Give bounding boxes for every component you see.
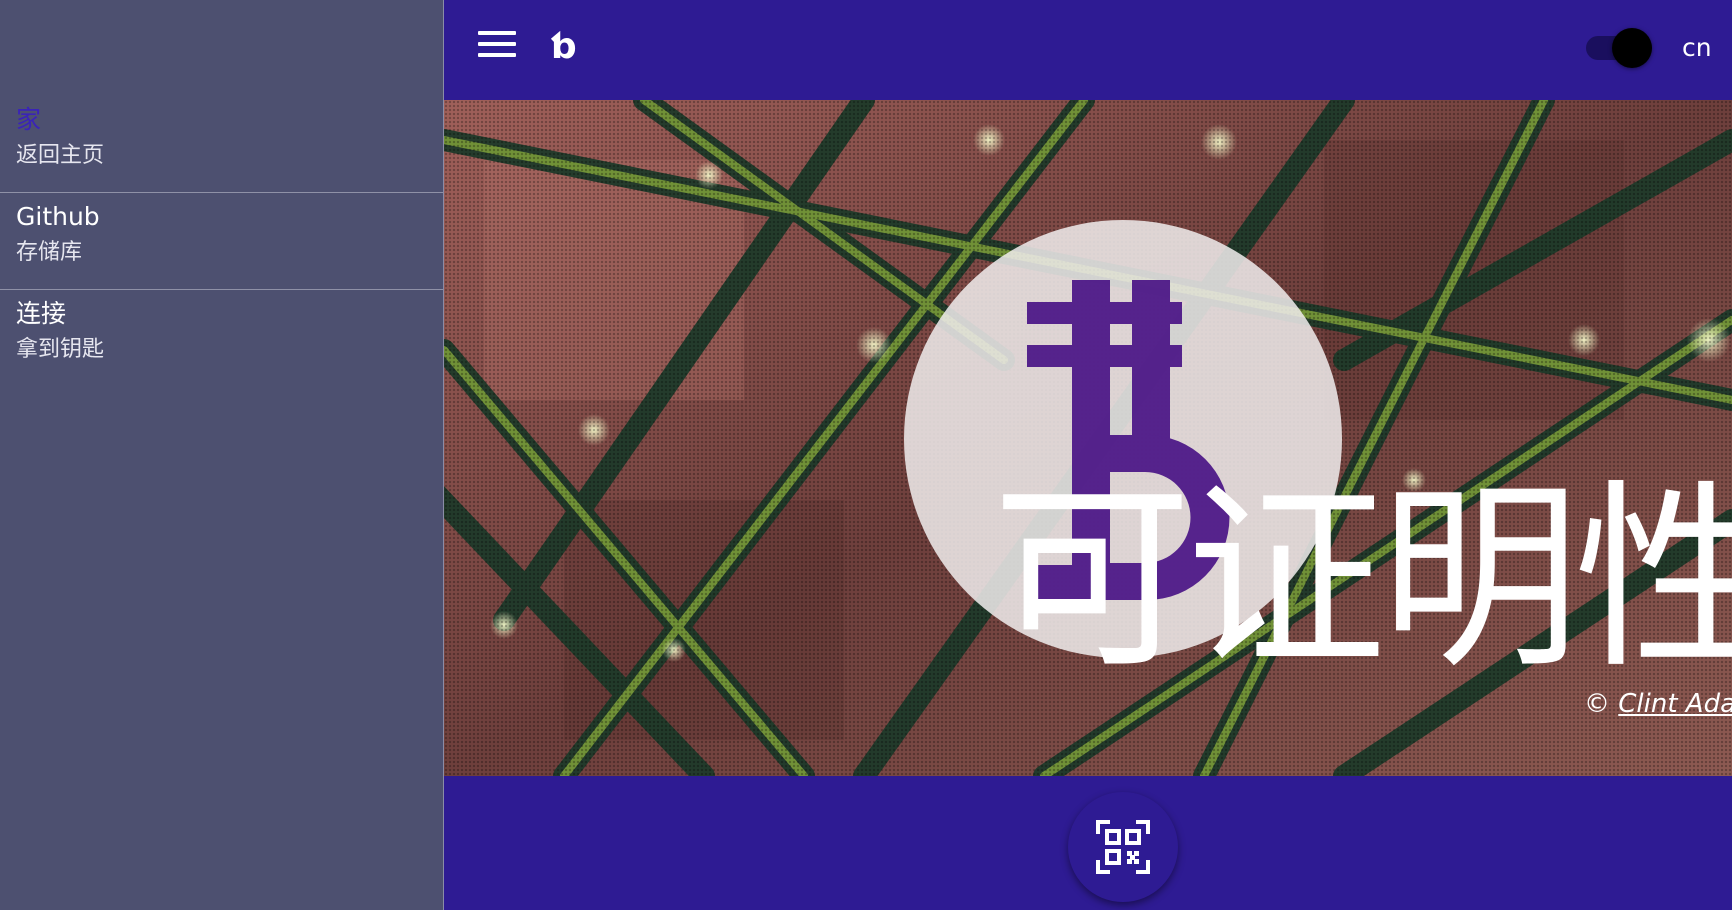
drawer-item-title: Github [16,202,100,231]
hero-title: 可证明性 [992,463,1732,696]
theme-toggle[interactable] [1586,28,1652,68]
drawer-item-subtitle: 存储库 [16,240,83,265]
drawer-item-subtitle: 返回主页 [16,143,105,168]
drawer-item-github[interactable]: Github 存储库 [0,193,443,290]
drawer-item-home[interactable]: 家 返回主页 [0,96,443,193]
bottom-app-bar [444,776,1732,910]
qr-scan-button[interactable] [1068,792,1178,902]
hero-banner: 可证明性 © Clint Ada [444,100,1732,776]
copyright-symbol: © [1584,689,1610,719]
photo-credit-link[interactable]: Clint Ada [1618,689,1732,719]
hamburger-menu-icon[interactable] [478,31,516,65]
drawer-item-title: 连接 [16,299,67,328]
navigation-drawer: 家 返回主页 Github 存储库 连接 拿到钥匙 [0,0,444,910]
drawer-list: 家 返回主页 Github 存储库 连接 拿到钥匙 [0,96,443,387]
drawer-item-title: 家 [16,105,42,134]
top-app-bar: ƅ cn [444,0,1732,100]
photo-credit: © Clint Ada [1584,686,1732,722]
qr-code-scan-icon [1096,820,1150,874]
toggle-knob [1612,28,1652,68]
drawer-item-connect[interactable]: 连接 拿到钥匙 [0,290,443,387]
app-root: 家 返回主页 Github 存储库 连接 拿到钥匙 ƅ cn 可证明性 © Cl… [0,0,1732,910]
brand-glyph[interactable]: ƅ [550,22,576,72]
language-button[interactable]: cn [1682,30,1712,66]
drawer-item-subtitle: 拿到钥匙 [16,337,105,362]
